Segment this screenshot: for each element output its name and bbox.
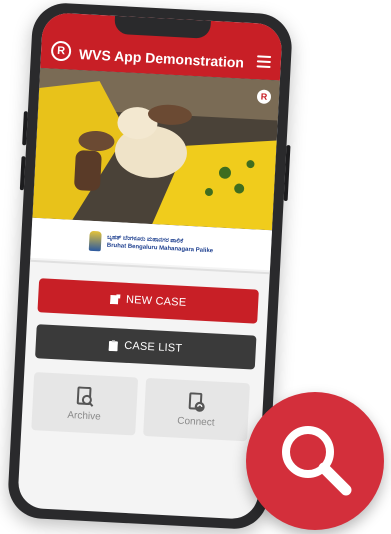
hero-photo-illustration — [32, 67, 280, 231]
volume-up-button — [22, 111, 28, 146]
volume-down-button — [19, 156, 26, 191]
connect-sync-icon — [188, 391, 205, 412]
clipboard-icon — [109, 339, 119, 351]
new-case-label: NEW CASE — [125, 293, 187, 309]
add-case-icon — [109, 294, 121, 305]
phone-screen: R WVS App Demonstration R ಬೃಹತ್ ಬೆಂಗಳೂರು… — [17, 12, 283, 520]
search-badge — [246, 392, 384, 530]
hamburger-menu-icon[interactable] — [256, 55, 272, 69]
new-case-button[interactable]: NEW CASE — [37, 278, 259, 324]
power-button — [283, 144, 291, 202]
hero-photo: R — [32, 67, 280, 231]
case-list-button[interactable]: CASE LIST — [35, 324, 257, 370]
app-logo: R — [50, 40, 72, 62]
archive-label: Archive — [67, 409, 102, 423]
archive-tile[interactable]: Archive — [31, 372, 139, 436]
case-list-label: CASE LIST — [123, 339, 183, 355]
connect-label: Connect — [177, 415, 215, 429]
magnifier-icon — [282, 426, 352, 496]
connect-tile[interactable]: Connect — [143, 377, 250, 442]
app-title: WVS App Demonstration — [78, 46, 245, 71]
archive-search-icon — [76, 385, 94, 407]
partner-emblem-icon — [88, 230, 102, 252]
